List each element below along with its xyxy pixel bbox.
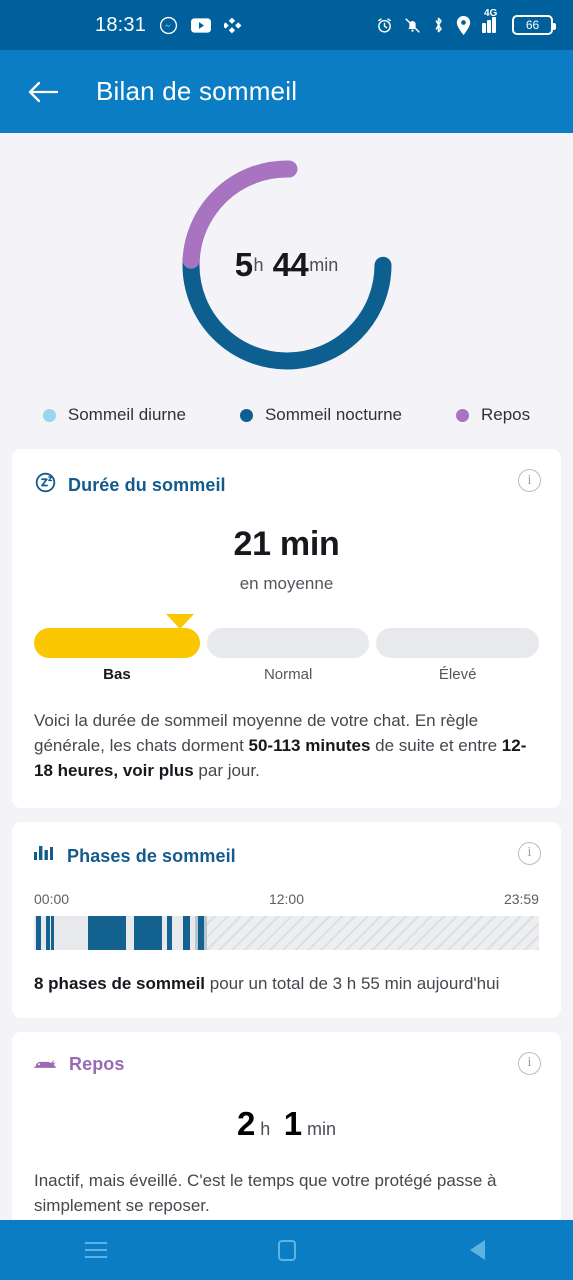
sleep-phase-block xyxy=(133,915,163,950)
rest-metric: 2 h 1 min xyxy=(34,1105,539,1143)
diamond-app-icon xyxy=(224,16,243,35)
phases-timeline xyxy=(34,915,539,950)
gauge-track xyxy=(34,628,539,658)
legend-dot-nocturne xyxy=(239,408,253,422)
legend-dot-repos xyxy=(455,408,469,422)
app-header: Bilan de sommeil xyxy=(0,50,573,133)
rest-hours: 2 xyxy=(236,1104,255,1142)
resting-cat-icon xyxy=(34,1054,58,1075)
page-body: 5 h 44 min Sommeil diurne Sommeil noctur… xyxy=(0,133,573,1220)
sleep-phase-block xyxy=(45,915,50,950)
donut-minutes-unit: min xyxy=(309,254,339,275)
gauge-segment-eleve xyxy=(376,628,539,658)
info-icon-sleep-duration[interactable]: i xyxy=(518,469,541,492)
gauge-marker xyxy=(166,614,195,629)
home-icon[interactable] xyxy=(257,1220,317,1280)
gauge-label-normal: Normal xyxy=(263,666,313,683)
bell-muted-icon xyxy=(404,17,421,34)
rest-description: Inactif, mais éveillé. C'est le temps qu… xyxy=(34,1170,497,1215)
sleep-zz-icon xyxy=(34,471,57,499)
alarm-icon xyxy=(376,17,393,34)
back-arrow-icon[interactable] xyxy=(26,75,60,109)
rest-minutes-unit: min xyxy=(307,1118,337,1139)
back-icon[interactable] xyxy=(448,1220,508,1280)
sleep-phase-block xyxy=(167,915,172,950)
status-bar-left: 18:31 xyxy=(95,14,243,37)
page-title: Bilan de sommeil xyxy=(96,76,298,106)
messenger-icon xyxy=(159,16,178,35)
legend-label-nocturne: Sommeil nocturne xyxy=(264,405,402,424)
legend-item-nocturne: Sommeil nocturne xyxy=(239,405,402,425)
app-root: 18:31 4G 66 Bilan de sommeil 5 h 44 min … xyxy=(0,0,573,1280)
network-type-label: 4G xyxy=(484,8,498,19)
sleep-phase-block xyxy=(87,915,126,950)
recents-icon[interactable] xyxy=(66,1220,126,1280)
sleep-phase-block xyxy=(51,915,54,950)
gauge-label-eleve: Élevé xyxy=(438,666,477,683)
chart-legend: Sommeil diurne Sommeil nocturne Repos xyxy=(0,383,573,449)
sleep-phases-summary: 8 phases de sommeil pour un total de 3 h… xyxy=(34,973,500,993)
axis-tick-end: 23:59 xyxy=(503,890,539,907)
sleep-phase-block xyxy=(183,915,190,950)
rest-title: Repos xyxy=(69,1053,125,1074)
bar-chart-icon xyxy=(34,844,56,869)
no-data-hatch-area xyxy=(206,915,539,950)
donut-hours: 5 xyxy=(234,246,253,283)
sleep-duration-card-header: Durée du sommeil xyxy=(34,471,539,499)
legend-label-diurne: Sommeil diurne xyxy=(67,405,186,424)
sleep-duration-card: Durée du sommeil i 21 min en moyenne Bas xyxy=(12,449,561,808)
legend-item-diurne: Sommeil diurne xyxy=(42,405,186,425)
sleep-duration-metric: 21 min en moyenne xyxy=(34,525,539,594)
sleep-duration-subtitle: en moyenne xyxy=(239,574,334,593)
gauge-labels: Bas Normal Élevé xyxy=(34,666,539,683)
status-bar-right: 4G 66 xyxy=(376,8,556,35)
battery-level-label: 66 xyxy=(525,18,540,32)
gauge-segment-fill xyxy=(34,628,200,658)
legend-dot-diurne xyxy=(42,408,56,422)
location-icon xyxy=(456,15,471,35)
legend-item-repos: Repos xyxy=(455,405,531,425)
axis-tick-start: 00:00 xyxy=(34,890,70,907)
sleep-duration-value: 21 min xyxy=(233,525,340,563)
status-time: 18:31 xyxy=(95,13,147,36)
donut-graphic: 5 h 44 min xyxy=(178,156,396,374)
gauge-segment-normal xyxy=(206,628,370,658)
info-icon-sleep-phases[interactable]: i xyxy=(518,841,541,865)
rest-card-header: Repos xyxy=(34,1054,539,1075)
gauge-label-bas: Bas xyxy=(103,666,131,683)
bluetooth-icon xyxy=(432,16,445,34)
legend-label-repos: Repos xyxy=(480,405,531,424)
status-bar: 18:31 4G 66 xyxy=(0,0,573,50)
sleep-duration-gauge: Bas Normal Élevé xyxy=(34,614,539,683)
donut-center-value: 5 h 44 min xyxy=(178,156,396,374)
battery-icon: 66 xyxy=(512,15,556,35)
sleep-donut-chart: 5 h 44 min xyxy=(0,133,573,383)
phases-time-axis: 00:00 12:00 23:59 xyxy=(34,891,539,907)
donut-hours-unit: h xyxy=(253,254,264,275)
sleep-phases-card: Phases de sommeil i 00:00 12:00 23:59 8 … xyxy=(12,821,561,1018)
gauge-segment-bas xyxy=(34,628,200,658)
rest-minutes: 1 xyxy=(283,1104,302,1142)
sleep-phases-card-header: Phases de sommeil xyxy=(34,844,539,869)
axis-tick-middle: 12:00 xyxy=(268,890,305,907)
sleep-phases-title: Phases de sommeil xyxy=(67,845,236,866)
sleep-duration-title: Durée du sommeil xyxy=(68,474,226,495)
info-icon-rest[interactable]: i xyxy=(518,1051,541,1075)
signal-icon: 4G xyxy=(482,8,501,33)
donut-minutes: 44 xyxy=(272,246,309,283)
youtube-icon xyxy=(191,17,212,33)
sleep-duration-description: Voici la durée de sommeil moyenne de vot… xyxy=(34,711,527,780)
rest-hours-unit: h xyxy=(260,1118,271,1139)
rest-card: Repos i 2 h 1 min Inactif, mais éveillé.… xyxy=(12,1031,561,1220)
android-nav-bar xyxy=(0,1220,573,1280)
sleep-phase-block xyxy=(36,915,42,950)
